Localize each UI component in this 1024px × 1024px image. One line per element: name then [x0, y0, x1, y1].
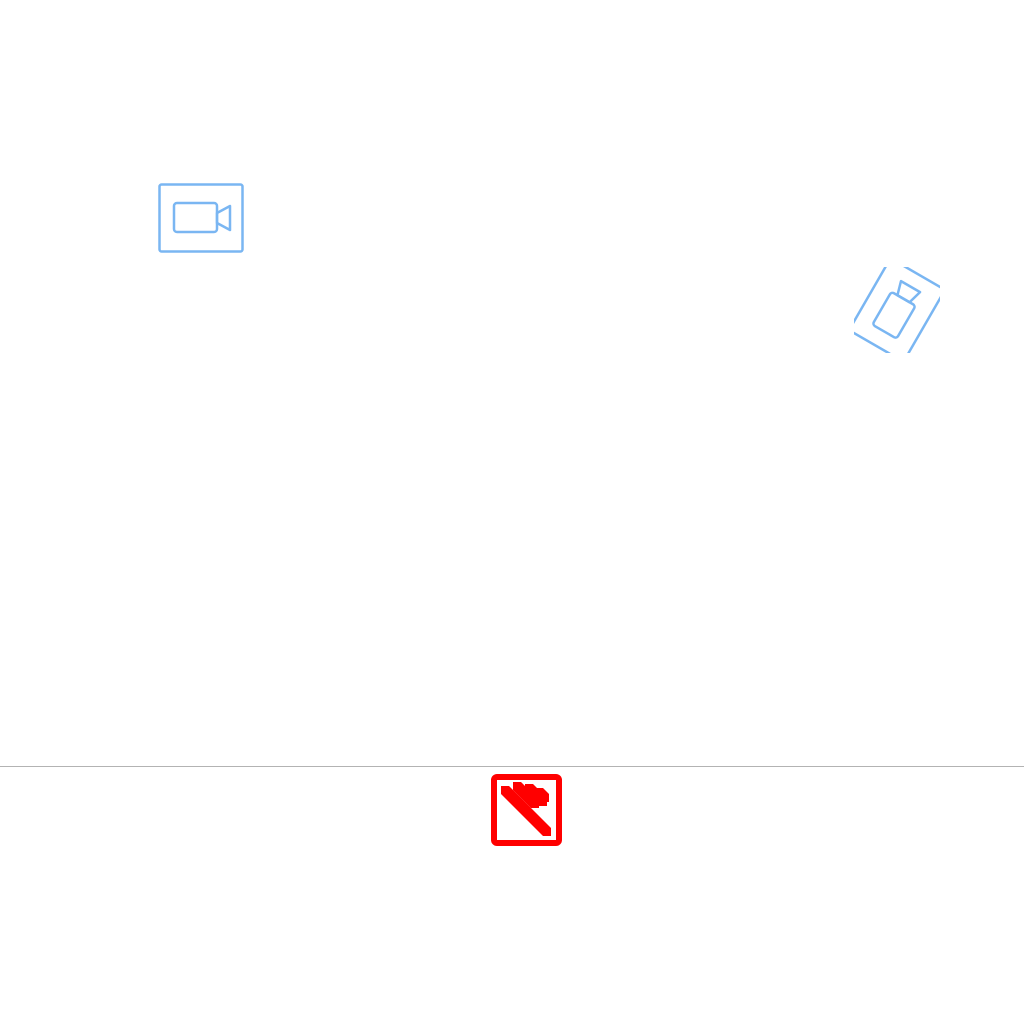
stage	[0, 0, 1024, 1024]
video-camera-icon	[854, 267, 940, 353]
video-camera-icon	[158, 183, 244, 253]
canvas-area	[0, 0, 1024, 766]
camera-tile-rotated[interactable]	[854, 267, 940, 353]
striped-square-icon	[491, 774, 562, 846]
drop-target-square[interactable]	[491, 774, 562, 846]
camera-tile[interactable]	[158, 183, 244, 253]
